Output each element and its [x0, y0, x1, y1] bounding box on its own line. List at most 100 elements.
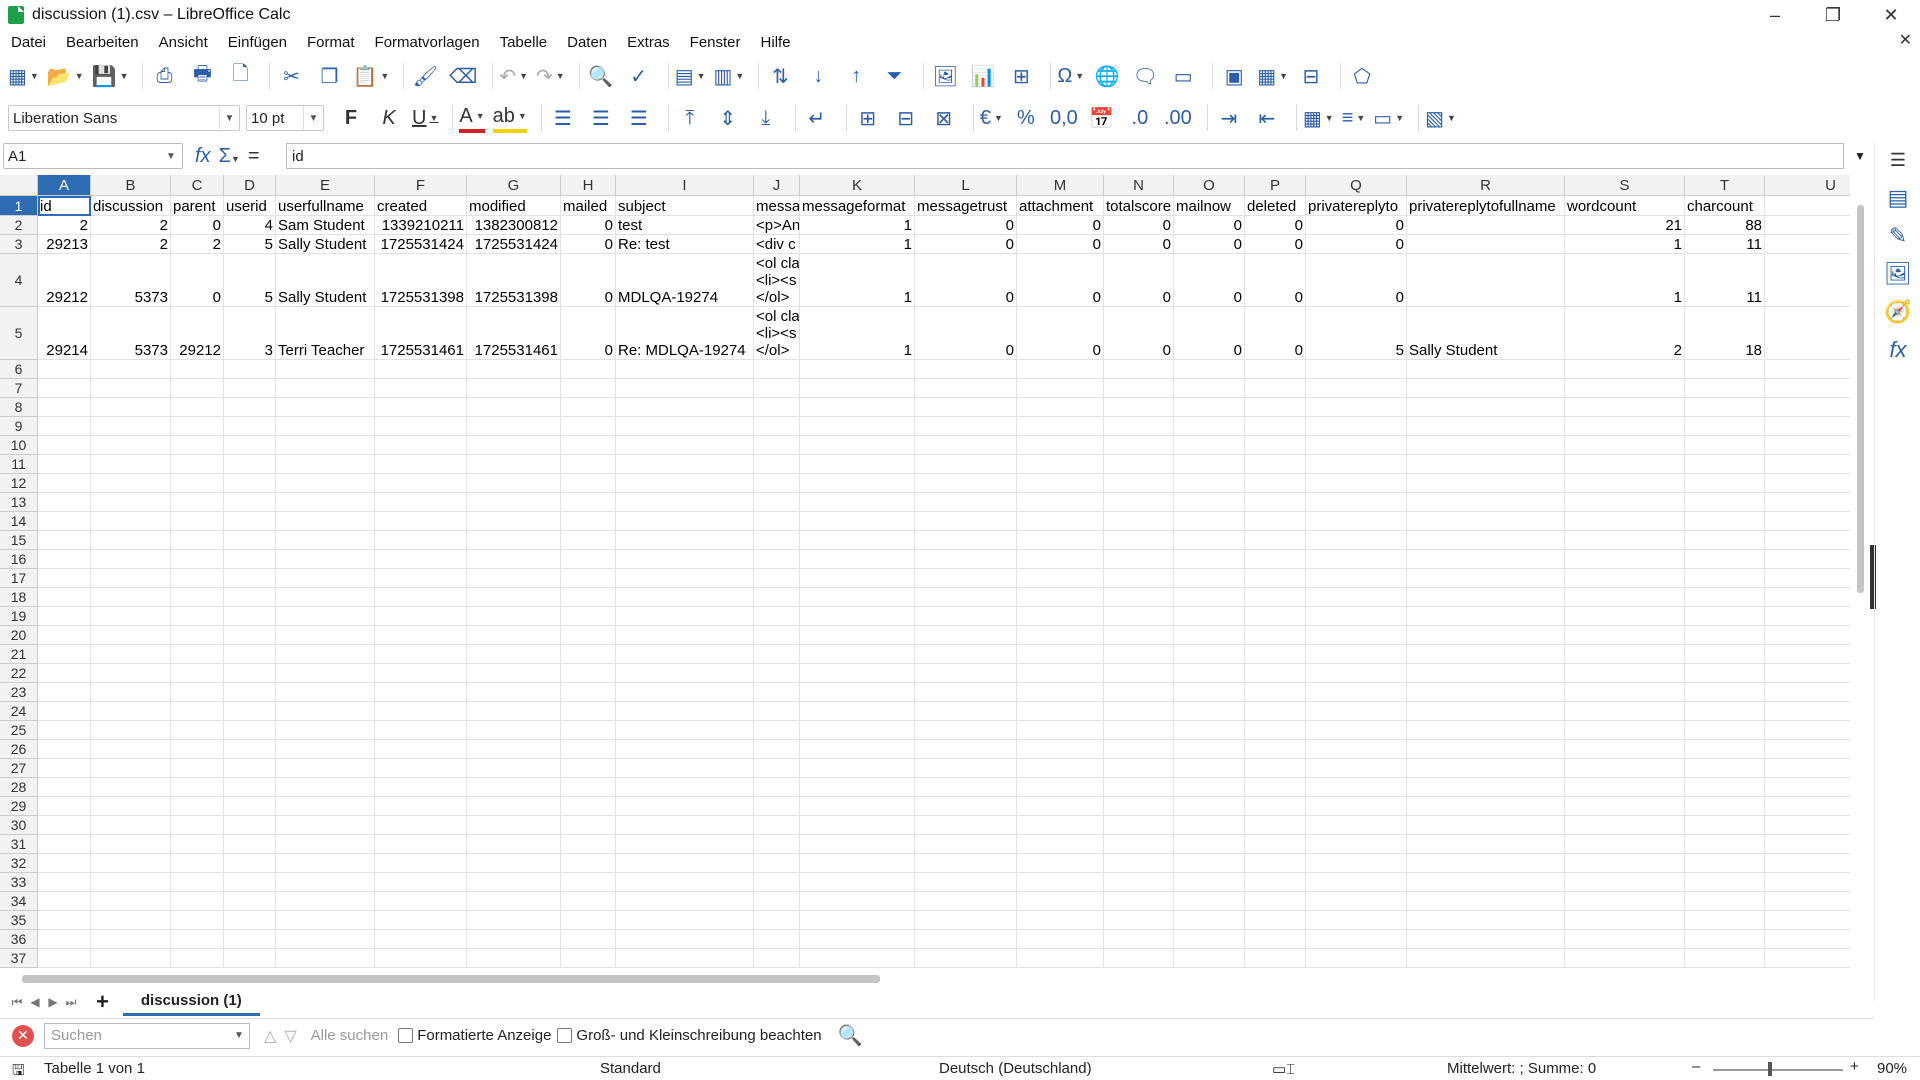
cell-n6[interactable]	[1104, 360, 1174, 379]
cell-e26[interactable]	[276, 740, 375, 759]
cell-d28[interactable]	[224, 778, 276, 797]
cell-g31[interactable]	[467, 835, 561, 854]
cell-d25[interactable]	[224, 721, 276, 740]
cell-a26[interactable]	[38, 740, 91, 759]
cell-i20[interactable]	[616, 626, 754, 645]
cell-a25[interactable]	[38, 721, 91, 740]
cell-t10[interactable]	[1685, 436, 1765, 455]
cell-m1[interactable]: attachment	[1017, 196, 1104, 216]
cell-c33[interactable]	[171, 873, 224, 892]
cell-m18[interactable]	[1017, 588, 1104, 607]
find-next-icon[interactable]: ▽	[284, 1026, 296, 1046]
functions-icon[interactable]: fx	[1875, 331, 1920, 369]
cell-t6[interactable]	[1685, 360, 1765, 379]
cell-i29[interactable]	[616, 797, 754, 816]
column-header-q[interactable]: Q	[1306, 175, 1407, 196]
row-header[interactable]: 23	[0, 683, 38, 702]
row-header[interactable]: 29	[0, 797, 38, 816]
cell-t16[interactable]	[1685, 550, 1765, 569]
cell-o29[interactable]	[1174, 797, 1245, 816]
cell-t11[interactable]	[1685, 455, 1765, 474]
cell-j28[interactable]	[754, 778, 800, 797]
cell-h35[interactable]	[561, 911, 616, 930]
sort-asc-icon[interactable]: ↓	[803, 61, 833, 91]
cell-h4[interactable]: 0	[561, 254, 616, 307]
cell-f6[interactable]	[375, 360, 467, 379]
cell-r25[interactable]	[1407, 721, 1565, 740]
zoom-slider-knob[interactable]	[1768, 1062, 1772, 1076]
last-sheet-icon[interactable]: ⏭	[62, 995, 80, 1010]
cell-k1[interactable]: messageformat	[800, 196, 915, 216]
cell-l19[interactable]	[915, 607, 1017, 626]
cell-k3[interactable]: 1	[800, 235, 915, 254]
cell-p19[interactable]	[1245, 607, 1306, 626]
cell-g3[interactable]: 1725531424	[467, 235, 561, 254]
cell-d29[interactable]	[224, 797, 276, 816]
cell-h33[interactable]	[561, 873, 616, 892]
cell-l26[interactable]	[915, 740, 1017, 759]
cell-u8[interactable]	[1765, 398, 1850, 417]
cell-t14[interactable]	[1685, 512, 1765, 531]
cell-i5[interactable]: Re: MDLQA-19274	[616, 307, 754, 360]
cell-l17[interactable]	[915, 569, 1017, 588]
cell-r34[interactable]	[1407, 892, 1565, 911]
cell-t24[interactable]	[1685, 702, 1765, 721]
cell-m2[interactable]: 0	[1017, 216, 1104, 235]
cell-t8[interactable]	[1685, 398, 1765, 417]
cell-l34[interactable]	[915, 892, 1017, 911]
cell-o19[interactable]	[1174, 607, 1245, 626]
cell-a17[interactable]	[38, 569, 91, 588]
cell-m32[interactable]	[1017, 854, 1104, 873]
cell-m5[interactable]: 0	[1017, 307, 1104, 360]
cell-j17[interactable]	[754, 569, 800, 588]
cell-g1[interactable]: modified	[467, 196, 561, 216]
underline-button[interactable]: U ▼	[412, 103, 438, 133]
cell-r14[interactable]	[1407, 512, 1565, 531]
cell-u18[interactable]	[1765, 588, 1850, 607]
cell-q4[interactable]: 0	[1306, 254, 1407, 307]
cell-e35[interactable]	[276, 911, 375, 930]
cell-a29[interactable]	[38, 797, 91, 816]
cell-h37[interactable]	[561, 949, 616, 968]
cell-c15[interactable]	[171, 531, 224, 550]
chevron-down-icon[interactable]: ▼	[303, 106, 323, 130]
cell-o2[interactable]: 0	[1174, 216, 1245, 235]
cell-q9[interactable]	[1306, 417, 1407, 436]
cell-b23[interactable]	[91, 683, 171, 702]
cell-m30[interactable]	[1017, 816, 1104, 835]
cell-t20[interactable]	[1685, 626, 1765, 645]
cell-h27[interactable]	[561, 759, 616, 778]
cell-c7[interactable]	[171, 379, 224, 398]
cell-e5[interactable]: Terri Teacher	[276, 307, 375, 360]
cell-b35[interactable]	[91, 911, 171, 930]
currency-icon[interactable]: € ▼	[980, 103, 1003, 133]
cell-g10[interactable]	[467, 436, 561, 455]
cell-l13[interactable]	[915, 493, 1017, 512]
cell-i33[interactable]	[616, 873, 754, 892]
cell-h36[interactable]	[561, 930, 616, 949]
cell-f2[interactable]: 1339210211	[375, 216, 467, 235]
cell-g11[interactable]	[467, 455, 561, 474]
cell-l10[interactable]	[915, 436, 1017, 455]
cell-j30[interactable]	[754, 816, 800, 835]
cell-q37[interactable]	[1306, 949, 1407, 968]
cell-s6[interactable]	[1565, 360, 1685, 379]
cell-o36[interactable]	[1174, 930, 1245, 949]
sheet-tab[interactable]: discussion (1)	[122, 988, 260, 1016]
cell-i24[interactable]	[616, 702, 754, 721]
chevron-down-icon[interactable]: ▼	[160, 144, 182, 168]
zoom-level[interactable]: 90%	[1877, 1060, 1907, 1077]
cell-h3[interactable]: 0	[561, 235, 616, 254]
cell-c11[interactable]	[171, 455, 224, 474]
cell-l18[interactable]	[915, 588, 1017, 607]
cell-d36[interactable]	[224, 930, 276, 949]
cell-n13[interactable]	[1104, 493, 1174, 512]
cell-n16[interactable]	[1104, 550, 1174, 569]
cell-e20[interactable]	[276, 626, 375, 645]
cell-l2[interactable]: 0	[915, 216, 1017, 235]
cell-f28[interactable]	[375, 778, 467, 797]
cell-i32[interactable]	[616, 854, 754, 873]
cell-q29[interactable]	[1306, 797, 1407, 816]
cell-h1[interactable]: mailed	[561, 196, 616, 216]
cell-p16[interactable]	[1245, 550, 1306, 569]
